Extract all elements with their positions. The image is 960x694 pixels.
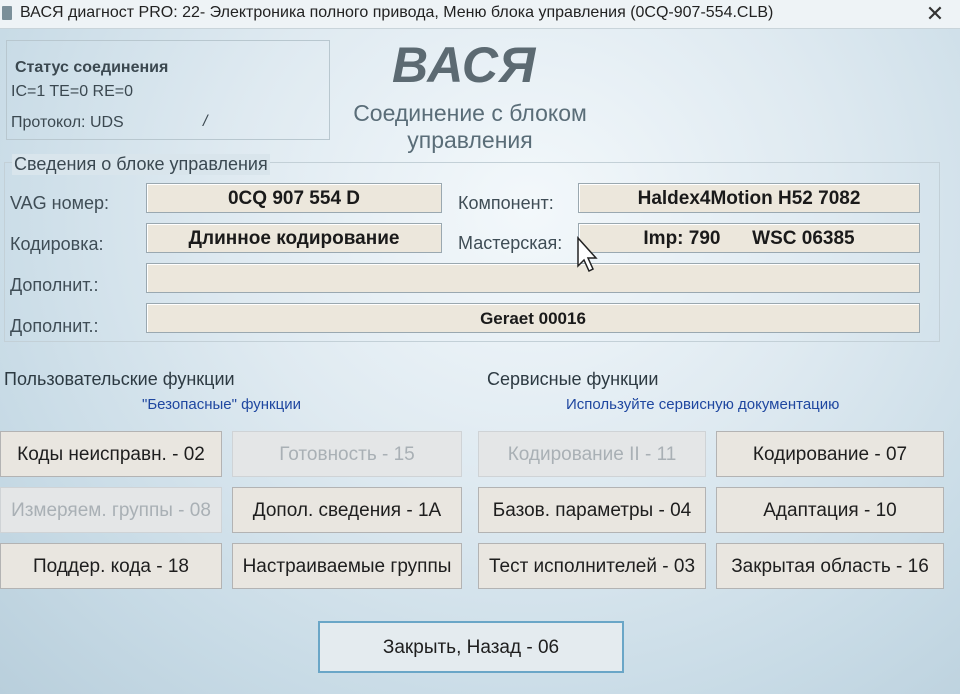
supported-codes-button[interactable]: Поддер. кода - 18 [0,543,222,589]
vag-number-value: 0CQ 907 554 D [146,183,442,213]
adaptation-button[interactable]: Адаптация - 10 [716,487,944,533]
app-logo: ВАСЯ [392,37,537,93]
service-functions-subheading: Используйте сервисную документацию [566,396,840,413]
connection-status-label: Статус соединения [15,59,169,76]
control-unit-info-title: Сведения о блоке управления [12,154,270,175]
activity-spinner: / [203,113,208,130]
connection-message: Соединение с блоком управления [353,100,587,153]
extra-info-2-label: Дополнит.: [10,316,99,336]
measuring-groups-button[interactable]: Измеряем. группы - 08 [0,487,222,533]
fault-codes-button[interactable]: Коды неисправн. - 02 [0,431,222,477]
protocol-label: Протокол: UDS [11,114,124,131]
vag-number-label: VAG номер: [10,193,110,213]
title-bar: ВАСЯ диагност PRO: 22- Электроника полно… [0,0,960,29]
connection-status-panel: Статус соединения IC=1 TE=0 RE=0 Протоко… [6,40,330,140]
basic-settings-button[interactable]: Базов. параметры - 04 [478,487,706,533]
security-access-button[interactable]: Закрытая область - 16 [716,543,944,589]
user-functions-heading: Пользовательские функции [4,369,235,389]
extra-info-2-value: Geraet 00016 [146,303,920,333]
coding-ii-button[interactable]: Кодирование II - 11 [478,431,706,477]
coding-value: Длинное кодирование [146,223,442,253]
close-icon[interactable]: ✕ [920,0,950,28]
coding-button[interactable]: Кодирование - 07 [716,431,944,477]
workshop-value: Imp: 790 WSC 06385 [578,223,920,253]
close-back-button[interactable]: Закрыть, Назад - 06 [318,621,624,673]
extra-info-1-value [146,263,920,293]
service-functions-heading: Сервисные функции [487,369,659,389]
connection-counters: IC=1 TE=0 RE=0 [11,83,133,100]
readiness-button[interactable]: Готовность - 15 [232,431,462,477]
custom-groups-button[interactable]: Настраиваемые группы [232,543,462,589]
component-value: Haldex4Motion H52 7082 [578,183,920,213]
workshop-label: Мастерская: [458,233,563,253]
user-functions-subheading: "Безопасные" функции [142,396,301,413]
app-icon [2,6,12,20]
coding-label: Кодировка: [10,234,104,254]
mouse-cursor-icon [577,236,598,273]
advanced-info-button[interactable]: Допол. сведения - 1A [232,487,462,533]
extra-info-1-label: Дополнит.: [10,275,99,295]
output-test-button[interactable]: Тест исполнителей - 03 [478,543,706,589]
component-label: Компонент: [458,193,554,213]
window-title: ВАСЯ диагност PRO: 22- Электроника полно… [20,4,774,21]
